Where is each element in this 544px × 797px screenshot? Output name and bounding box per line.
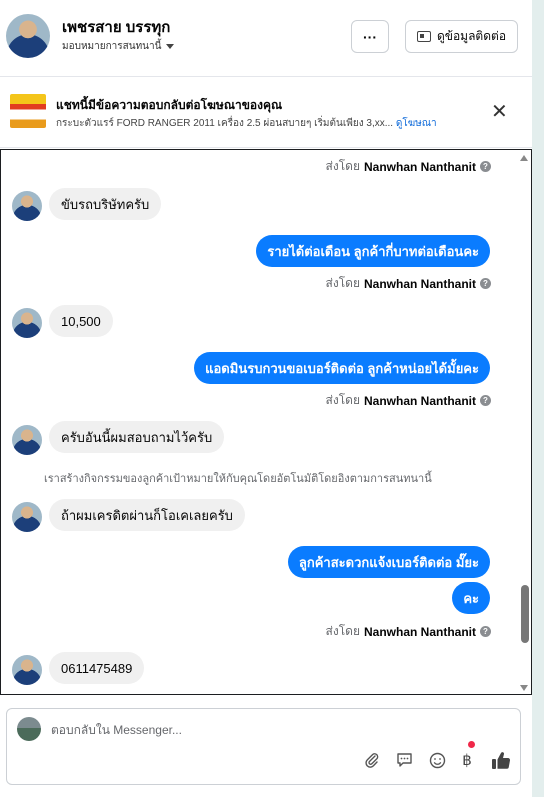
sender-name: Nanwhan Nanthanit [363,624,476,639]
sender-name: Nanwhan Nanthanit [363,159,476,174]
ad-description-text: กระบะตัวแรร์ FORD RANGER 2011 เครื่อง 2.… [56,118,394,129]
notification-dot [468,741,475,748]
paperclip-icon[interactable] [361,749,383,771]
contact-avatar-small [12,655,42,685]
message-thread: ส่งโดย Nanwhan Nanthanit ? ขับรถบริษัทคร… [0,149,532,695]
outgoing-message: คะ [452,582,490,614]
page-avatar [17,717,41,741]
sender-name: Nanwhan Nanthanit [363,393,476,408]
view-ad-link[interactable]: ดูโฆษณา [396,118,437,129]
outgoing-message: แอดมินรบกวนขอเบอร์ติดต่อ ลูกค้าหน่อยได้ม… [194,352,490,384]
reply-input[interactable]: ตอบกลับใน Messenger... [51,721,182,740]
incoming-message: 0611475489 [49,652,145,684]
contact-card-icon [416,31,431,42]
sent-by-label: ส่งโดย Nanwhan Nanthanit ? [326,622,491,641]
ad-thumbnail[interactable] [10,94,46,128]
ad-reply-banner: แชทนี้มีข้อความตอบกลับต่อโฆษณาของคุณ กระ… [0,78,532,148]
thumbs-up-icon[interactable] [489,749,513,771]
emoji-icon[interactable] [426,749,448,771]
contact-avatar-small [12,191,42,221]
incoming-message: ครับอันนี้ผมสอบถามไว้ครับ [49,421,225,453]
sent-by-prefix: ส่งโดย [325,276,360,290]
chat-bubble-icon[interactable] [393,749,415,771]
scroll-down-arrow-icon[interactable] [520,685,528,691]
assign-label: มอบหมายการสนทนานี้ [62,41,162,52]
info-icon[interactable]: ? [480,161,491,172]
contact-avatar-small [12,425,42,455]
view-contact-label: ดูข้อมูลติดต่อ [436,29,507,43]
contact-avatar[interactable] [6,14,50,58]
conversation-header: เพชรสาย บรรทุก มอบหมายการสนทนานี้ ··· ดู… [0,0,532,77]
sender-name: Nanwhan Nanthanit [363,276,476,291]
reply-composer: ตอบกลับใน Messenger... ฿ [6,708,521,785]
incoming-message: 10,500 [49,305,113,337]
sent-by-prefix: ส่งโดย [325,624,360,638]
info-icon[interactable]: ? [480,395,491,406]
ad-banner-description: กระบะตัวแรร์ FORD RANGER 2011 เครื่อง 2.… [56,116,437,131]
ad-banner-title: แชทนี้มีข้อความตอบกลับต่อโฆษณาของคุณ [56,98,283,112]
outgoing-message: ลูกค้าสะดวกแจ้งเบอร์ติดต่อ มั๊ยะ [287,546,490,578]
contact-avatar-small [12,502,42,532]
view-contact-button[interactable]: ดูข้อมูลติดต่อ [405,20,518,53]
sent-by-label: ส่งโดย Nanwhan Nanthanit ? [326,157,491,176]
incoming-message: ขับรถบริษัทครับ [49,188,162,220]
close-icon[interactable]: ✕ [491,102,508,122]
outgoing-message: รายได้ต่อเดือน ลูกค้ากี่บาทต่อเดือนคะ [256,235,490,267]
sent-by-label: ส่งโดย Nanwhan Nanthanit ? [326,274,491,293]
assign-conversation-dropdown[interactable]: มอบหมายการสนทนานี้ [62,39,175,54]
info-icon[interactable]: ? [480,626,491,637]
contact-name[interactable]: เพชรสาย บรรทุก [62,15,170,39]
scrollbar-thumb[interactable] [521,585,529,643]
incoming-message: ถ้าผมเครดิตผ่านก็โอเคเลยครับ [49,499,245,531]
sent-by-prefix: ส่งโดย [325,159,360,173]
more-options-button[interactable]: ··· [351,20,389,53]
lead-activity-notice: เราสร้างกิจกรรมของลูกค้าเป้าหมายให้กับคุ… [44,473,432,485]
sent-by-label: ส่งโดย Nanwhan Nanthanit ? [326,391,491,410]
baht-icon[interactable]: ฿ [458,749,476,771]
messenger-panel: เพชรสาย บรรทุก มอบหมายการสนทนานี้ ··· ดู… [0,0,532,797]
scroll-up-arrow-icon[interactable] [520,155,528,161]
info-icon[interactable]: ? [480,278,491,289]
sent-by-prefix: ส่งโดย [325,393,360,407]
caret-down-icon [166,44,175,49]
contact-avatar-small [12,308,42,338]
page-background-strip [532,0,544,797]
